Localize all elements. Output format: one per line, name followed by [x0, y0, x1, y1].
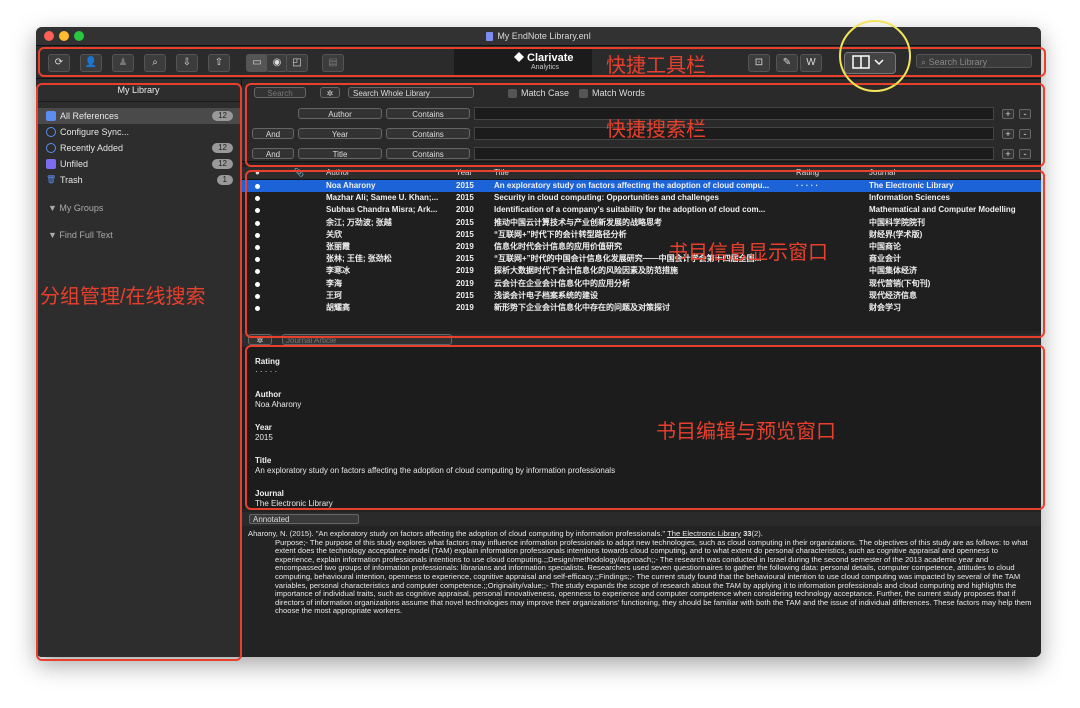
zoom-window-button[interactable]	[74, 31, 84, 41]
window-controls	[44, 31, 84, 41]
list-annotation-label: 书目信息显示窗口	[668, 242, 828, 264]
edit-annotation-label: 书目编辑与预览窗口	[656, 421, 836, 443]
minimize-window-button[interactable]	[59, 31, 69, 41]
sidebar-annotation-box	[36, 83, 242, 661]
window-title: My EndNote Library.enl	[497, 31, 591, 41]
layout-highlight-circle	[839, 20, 911, 92]
sidebar-annotation-label: 分组管理/在线搜索	[40, 286, 206, 308]
close-window-button[interactable]	[44, 31, 54, 41]
search-annotation-label: 快捷搜索栏	[606, 119, 706, 141]
citation-journal: The Electronic Library	[667, 529, 741, 538]
citation-style-select[interactable]: Annotated	[249, 514, 359, 524]
edit-annotation-box	[245, 345, 1045, 510]
citation-style-bar: Annotated	[242, 512, 1041, 526]
list-annotation-box	[245, 170, 1045, 338]
citation-volume: 33	[743, 529, 752, 538]
toolbar-annotation-label: 快捷工具栏	[606, 55, 706, 77]
formatted-citation: Aharony, N. (2015). "An exploratory stud…	[248, 529, 1035, 616]
citation-abstract: Purpose;- The purpose of this study expl…	[275, 537, 1032, 616]
document-icon	[486, 31, 494, 41]
